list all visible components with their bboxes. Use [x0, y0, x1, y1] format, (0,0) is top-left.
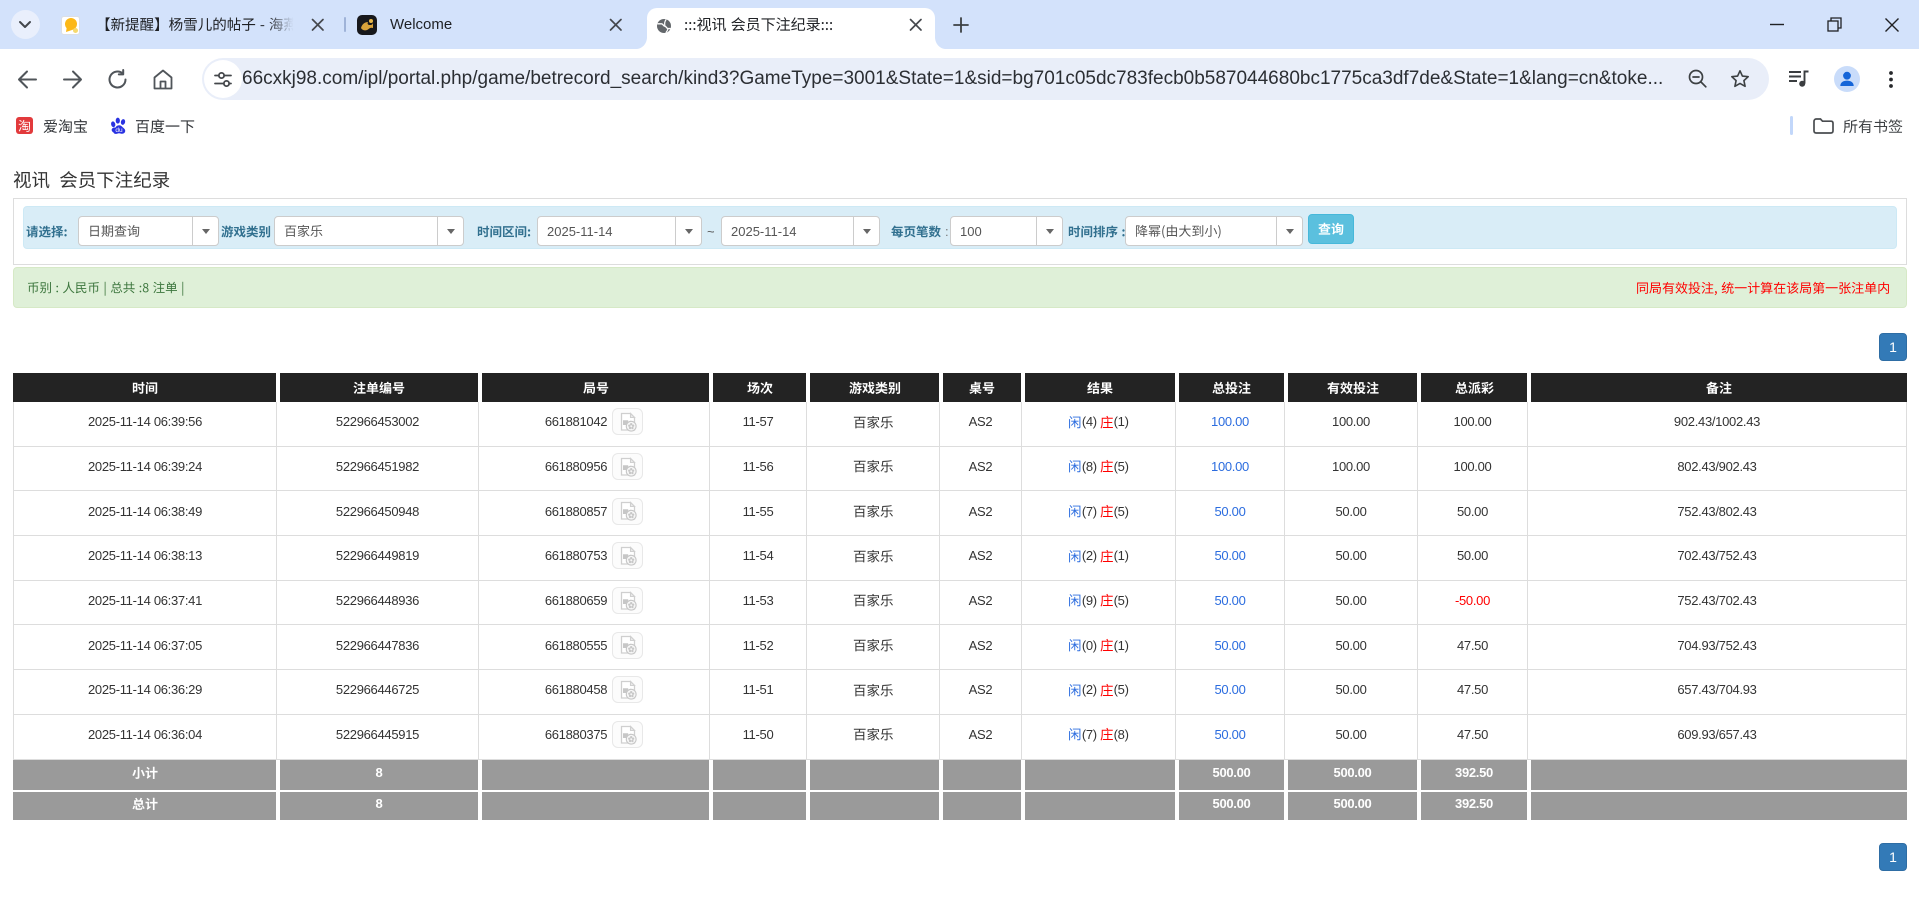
svg-text:du: du	[115, 127, 123, 134]
